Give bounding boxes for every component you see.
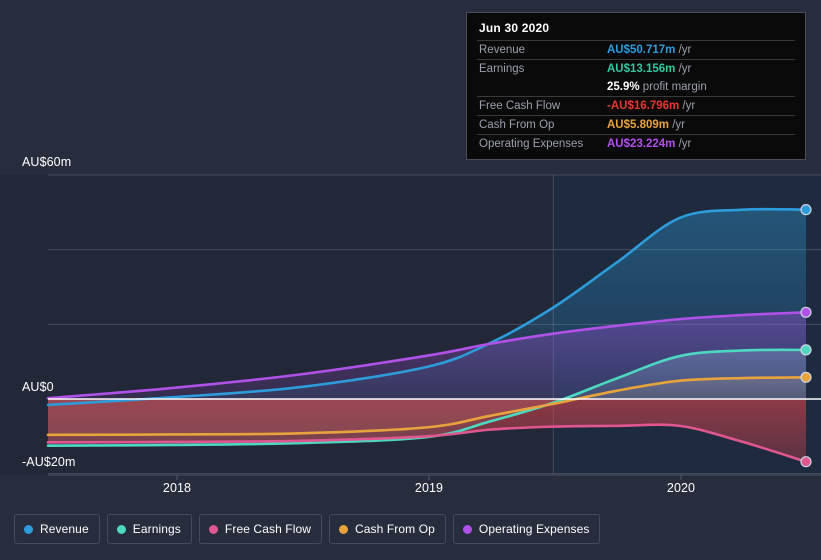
tooltip-row-unit: profit margin: [639, 81, 707, 93]
legend-item-earnings[interactable]: Earnings: [106, 514, 192, 544]
tooltip-row-label: Cash From Op: [477, 115, 605, 135]
data-point-tooltip: Jun 30 2020 Revenue AU$50.717m /yr Earning…: [466, 12, 806, 160]
legend-item-label: Free Cash Flow: [224, 522, 312, 536]
cash-from-op-end-point: [800, 371, 812, 383]
tooltip-row-label: Operating Expenses: [477, 134, 605, 153]
tooltip-row: Free Cash Flow -AU$16.796m /yr: [477, 96, 795, 116]
legend-swatch-icon: [116, 524, 126, 534]
tooltip-title: Jun 30 2020: [479, 21, 550, 35]
tooltip-row: 25.9% profit margin: [477, 78, 795, 97]
revenue-end-point: [800, 204, 812, 216]
chart-legend: Revenue Earnings Free Cash Flow Cash From O…: [14, 514, 601, 544]
tooltip-row: Revenue AU$50.717m /yr: [477, 40, 795, 60]
tooltip-row-label: Free Cash Flow: [477, 96, 605, 116]
x-axis-label-2019: 2019: [414, 481, 444, 495]
tooltip-row-unit: /yr: [679, 100, 696, 112]
legend-item-free-cash-flow[interactable]: Free Cash Flow: [198, 514, 323, 544]
legend-swatch-icon: [24, 524, 33, 534]
y-axis-label-top: AU$60m: [22, 155, 72, 169]
x-axis-label-2020: 2020: [666, 481, 696, 495]
tooltip-row-amount: 25.9%: [607, 81, 640, 93]
tooltip-row-amount: AU$50.717m: [607, 44, 676, 56]
y-axis-label-zero: AU$0: [22, 380, 54, 394]
tooltip-row-unit: /yr: [669, 119, 685, 131]
tooltip-row-unit: /yr: [675, 44, 692, 56]
free-cash-flow-end-point: [800, 456, 812, 468]
tooltip-row-amount: AU$13.156m: [607, 63, 676, 75]
legend-swatch-icon: [208, 524, 218, 534]
legend-swatch-icon: [339, 524, 349, 534]
legend-item-label: Revenue: [40, 522, 89, 536]
tooltip-row-amount: -AU$16.796m: [607, 100, 680, 112]
financial-performance-chart: AU$60m AU$0 -AU$20m 2018 2019 2020 Jun 3…: [0, 0, 821, 560]
tooltip-row-amount: AU$23.224m: [607, 138, 676, 150]
tooltip-row-label: Revenue: [477, 40, 605, 60]
tooltip-row-value: AU$50.717m /yr: [605, 40, 795, 60]
x-axis-label-2018: 2018: [162, 481, 192, 495]
tooltip-row-label: Earnings: [477, 59, 605, 78]
legend-item-label: Operating Expenses: [478, 522, 590, 536]
legend-item-operating-expenses[interactable]: Operating Expenses: [452, 514, 601, 544]
tooltip-row-amount: AU$5.809m: [607, 119, 670, 131]
tooltip-row-value: AU$23.224m /yr: [605, 134, 795, 153]
legend-item-label: Earnings: [132, 522, 181, 536]
tooltip-row: Earnings AU$13.156m /yr: [477, 59, 795, 78]
tooltip-row-value: AU$5.809m /yr: [605, 115, 795, 135]
legend-item-cash-from-op[interactable]: Cash From Op: [329, 514, 446, 544]
earnings-end-point: [800, 344, 812, 356]
tooltip-row: Cash From Op AU$5.809m /yr: [477, 115, 795, 135]
tooltip-rows-table: Revenue AU$50.717m /yr Earnings AU$13.156m …: [477, 40, 795, 153]
legend-swatch-icon: [462, 524, 472, 534]
tooltip-row-value: 25.9% profit margin: [605, 78, 795, 97]
tooltip-row-unit: /yr: [675, 63, 692, 75]
tooltip-row: Operating Expenses AU$23.224m /yr: [477, 134, 795, 153]
tooltip-row-value: -AU$16.796m /yr: [605, 96, 795, 116]
legend-item-revenue[interactable]: Revenue: [14, 514, 100, 544]
operating-expenses-end-point: [800, 306, 812, 318]
tooltip-row-unit: /yr: [675, 138, 692, 150]
tooltip-row-value: AU$13.156m /yr: [605, 59, 795, 78]
y-axis-label-bottom: -AU$20m: [22, 455, 76, 469]
legend-item-label: Cash From Op: [355, 522, 435, 536]
tooltip-row-label: [477, 78, 605, 97]
